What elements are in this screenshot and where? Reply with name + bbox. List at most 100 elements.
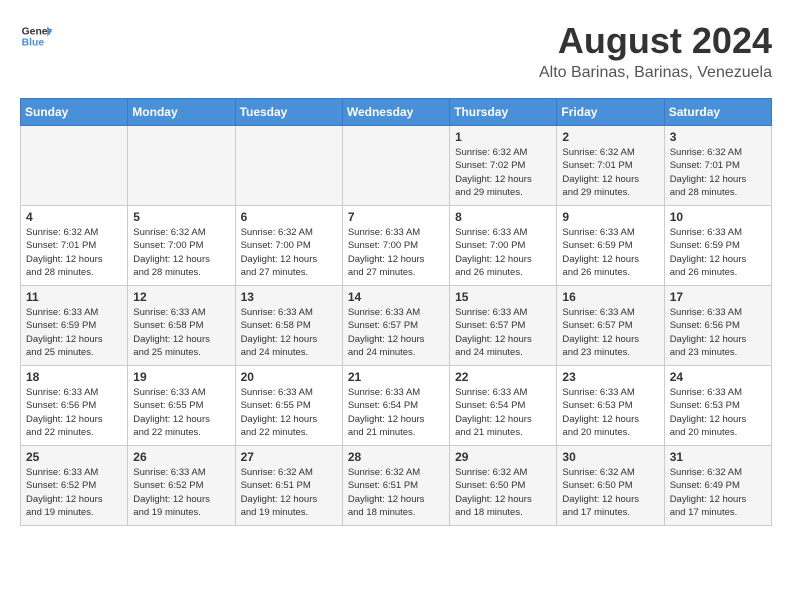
day-number: 8 [455, 210, 551, 224]
calendar-cell [128, 126, 235, 206]
day-number: 15 [455, 290, 551, 304]
day-number: 18 [26, 370, 122, 384]
day-number: 30 [562, 450, 658, 464]
day-number: 23 [562, 370, 658, 384]
header-friday: Friday [557, 99, 664, 126]
day-info: Sunrise: 6:32 AM Sunset: 7:00 PM Dayligh… [241, 226, 337, 279]
calendar-week-row: 4 Sunrise: 6:32 AM Sunset: 7:01 PM Daylig… [21, 206, 772, 286]
day-number: 31 [670, 450, 766, 464]
day-number: 29 [455, 450, 551, 464]
day-info: Sunrise: 6:33 AM Sunset: 6:59 PM Dayligh… [670, 226, 766, 279]
day-number: 12 [133, 290, 229, 304]
calendar-cell: 17Sunrise: 6:33 AM Sunset: 6:56 PM Dayli… [664, 286, 771, 366]
calendar-cell [235, 126, 342, 206]
day-info: Sunrise: 6:32 AM Sunset: 6:50 PM Dayligh… [455, 466, 551, 519]
logo: General Blue [20, 20, 52, 52]
day-info: Sunrise: 6:33 AM Sunset: 6:55 PM Dayligh… [241, 386, 337, 439]
calendar-cell: 30 Sunrise: 6:32 AM Sunset: 6:50 PM Dayli… [557, 446, 664, 526]
day-number: 13 [241, 290, 337, 304]
calendar-cell: 2 Sunrise: 6:32 AM Sunset: 7:01 PM Daylig… [557, 126, 664, 206]
calendar-cell: 6Sunrise: 6:32 AM Sunset: 7:00 PM Daylig… [235, 206, 342, 286]
calendar-week-row: 25 Sunrise: 6:33 AM Sunset: 6:52 PM Dayli… [21, 446, 772, 526]
calendar-week-row: 18Sunrise: 6:33 AM Sunset: 6:56 PM Dayli… [21, 366, 772, 446]
day-number: 17 [670, 290, 766, 304]
day-number: 5 [133, 210, 229, 224]
day-info: Sunrise: 6:33 AM Sunset: 6:59 PM Dayligh… [26, 306, 122, 359]
day-info: Sunrise: 6:32 AM Sunset: 6:50 PM Dayligh… [562, 466, 658, 519]
day-info: Sunrise: 6:32 AM Sunset: 7:01 PM Dayligh… [562, 146, 658, 199]
header-tuesday: Tuesday [235, 99, 342, 126]
day-info: Sunrise: 6:33 AM Sunset: 6:52 PM Dayligh… [26, 466, 122, 519]
page-header: General Blue August 2024 Alto Barinas, B… [20, 20, 772, 82]
header-sunday: Sunday [21, 99, 128, 126]
day-number: 14 [348, 290, 444, 304]
calendar-cell: 28 Sunrise: 6:32 AM Sunset: 6:51 PM Dayli… [342, 446, 449, 526]
calendar-cell [21, 126, 128, 206]
calendar-cell: 21Sunrise: 6:33 AM Sunset: 6:54 PM Dayli… [342, 366, 449, 446]
month-year-title: August 2024 [539, 20, 772, 62]
day-info: Sunrise: 6:33 AM Sunset: 6:57 PM Dayligh… [348, 306, 444, 359]
day-number: 7 [348, 210, 444, 224]
calendar-cell: 7 Sunrise: 6:33 AM Sunset: 7:00 PM Daylig… [342, 206, 449, 286]
day-info: Sunrise: 6:33 AM Sunset: 6:54 PM Dayligh… [348, 386, 444, 439]
day-info: Sunrise: 6:33 AM Sunset: 6:59 PM Dayligh… [562, 226, 658, 279]
day-number: 28 [348, 450, 444, 464]
calendar-cell: 1Sunrise: 6:32 AM Sunset: 7:02 PM Daylig… [450, 126, 557, 206]
day-info: Sunrise: 6:33 AM Sunset: 6:54 PM Dayligh… [455, 386, 551, 439]
calendar-cell: 15 Sunrise: 6:33 AM Sunset: 6:57 PM Dayli… [450, 286, 557, 366]
day-number: 27 [241, 450, 337, 464]
calendar-body: 1Sunrise: 6:32 AM Sunset: 7:02 PM Daylig… [21, 126, 772, 526]
calendar-cell: 27Sunrise: 6:32 AM Sunset: 6:51 PM Dayli… [235, 446, 342, 526]
day-info: Sunrise: 6:33 AM Sunset: 6:53 PM Dayligh… [562, 386, 658, 439]
day-info: Sunrise: 6:32 AM Sunset: 7:01 PM Dayligh… [670, 146, 766, 199]
day-info: Sunrise: 6:33 AM Sunset: 6:58 PM Dayligh… [133, 306, 229, 359]
calendar-cell: 26Sunrise: 6:33 AM Sunset: 6:52 PM Dayli… [128, 446, 235, 526]
day-number: 11 [26, 290, 122, 304]
header-monday: Monday [128, 99, 235, 126]
day-number: 4 [26, 210, 122, 224]
calendar-cell: 22 Sunrise: 6:33 AM Sunset: 6:54 PM Dayli… [450, 366, 557, 446]
calendar-cell: 14 Sunrise: 6:33 AM Sunset: 6:57 PM Dayli… [342, 286, 449, 366]
calendar-cell: 11 Sunrise: 6:33 AM Sunset: 6:59 PM Dayli… [21, 286, 128, 366]
day-info: Sunrise: 6:33 AM Sunset: 7:00 PM Dayligh… [348, 226, 444, 279]
calendar-cell: 4 Sunrise: 6:32 AM Sunset: 7:01 PM Daylig… [21, 206, 128, 286]
header-saturday: Saturday [664, 99, 771, 126]
day-number: 9 [562, 210, 658, 224]
calendar-cell: 16 Sunrise: 6:33 AM Sunset: 6:57 PM Dayli… [557, 286, 664, 366]
calendar-table: Sunday Monday Tuesday Wednesday Thursday… [20, 98, 772, 526]
calendar-header: Sunday Monday Tuesday Wednesday Thursday… [21, 99, 772, 126]
calendar-cell: 23 Sunrise: 6:33 AM Sunset: 6:53 PM Dayli… [557, 366, 664, 446]
title-section: August 2024 Alto Barinas, Barinas, Venez… [539, 20, 772, 82]
calendar-cell: 9 Sunrise: 6:33 AM Sunset: 6:59 PM Daylig… [557, 206, 664, 286]
calendar-week-row: 1Sunrise: 6:32 AM Sunset: 7:02 PM Daylig… [21, 126, 772, 206]
svg-text:Blue: Blue [22, 38, 45, 49]
logo-icon: General Blue [20, 20, 52, 52]
calendar-cell: 25 Sunrise: 6:33 AM Sunset: 6:52 PM Dayli… [21, 446, 128, 526]
calendar-cell: 13 Sunrise: 6:33 AM Sunset: 6:58 PM Dayli… [235, 286, 342, 366]
calendar-cell: 5 Sunrise: 6:32 AM Sunset: 7:00 PM Daylig… [128, 206, 235, 286]
header-thursday: Thursday [450, 99, 557, 126]
day-number: 2 [562, 130, 658, 144]
day-number: 26 [133, 450, 229, 464]
calendar-week-row: 11 Sunrise: 6:33 AM Sunset: 6:59 PM Dayli… [21, 286, 772, 366]
calendar-cell: 18Sunrise: 6:33 AM Sunset: 6:56 PM Dayli… [21, 366, 128, 446]
day-number: 16 [562, 290, 658, 304]
day-info: Sunrise: 6:32 AM Sunset: 7:01 PM Dayligh… [26, 226, 122, 279]
calendar-cell: 31 Sunrise: 6:32 AM Sunset: 6:49 PM Dayli… [664, 446, 771, 526]
calendar-cell: 10 Sunrise: 6:33 AM Sunset: 6:59 PM Dayli… [664, 206, 771, 286]
day-number: 10 [670, 210, 766, 224]
day-info: Sunrise: 6:33 AM Sunset: 6:57 PM Dayligh… [455, 306, 551, 359]
day-info: Sunrise: 6:33 AM Sunset: 6:57 PM Dayligh… [562, 306, 658, 359]
day-info: Sunrise: 6:32 AM Sunset: 7:00 PM Dayligh… [133, 226, 229, 279]
day-info: Sunrise: 6:32 AM Sunset: 7:02 PM Dayligh… [455, 146, 551, 199]
day-info: Sunrise: 6:32 AM Sunset: 6:51 PM Dayligh… [348, 466, 444, 519]
day-info: Sunrise: 6:33 AM Sunset: 6:58 PM Dayligh… [241, 306, 337, 359]
location-subtitle: Alto Barinas, Barinas, Venezuela [539, 64, 772, 82]
day-number: 25 [26, 450, 122, 464]
day-info: Sunrise: 6:32 AM Sunset: 6:49 PM Dayligh… [670, 466, 766, 519]
day-number: 19 [133, 370, 229, 384]
header-wednesday: Wednesday [342, 99, 449, 126]
day-info: Sunrise: 6:33 AM Sunset: 7:00 PM Dayligh… [455, 226, 551, 279]
calendar-cell: 29 Sunrise: 6:32 AM Sunset: 6:50 PM Dayli… [450, 446, 557, 526]
day-number: 22 [455, 370, 551, 384]
